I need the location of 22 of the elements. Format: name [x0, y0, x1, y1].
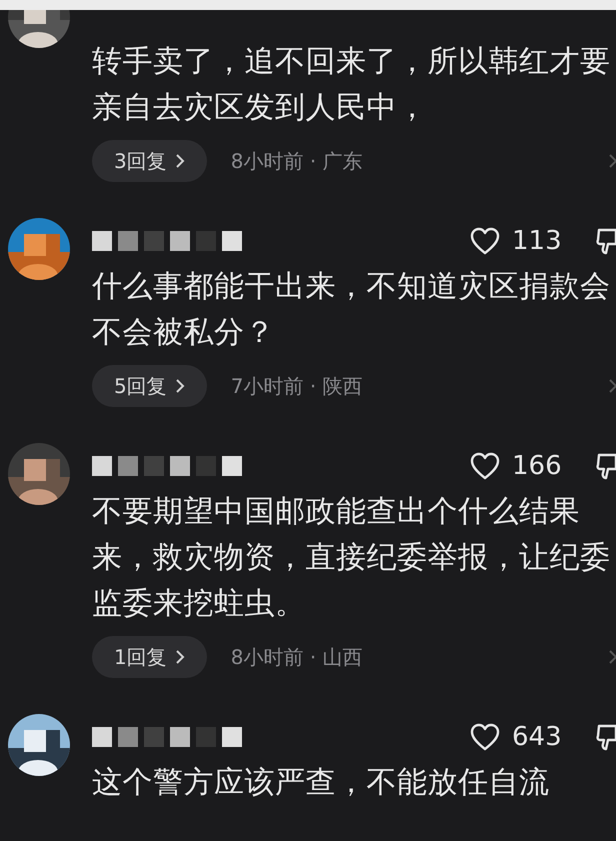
comment-meta: 8小时前 · 山西 — [230, 644, 363, 670]
comment-text: 转手卖了，追不回来了，所以韩红才要亲自去灾区发到人民中， — [92, 43, 612, 127]
thumbs-down-icon — [596, 226, 616, 256]
comment-meta: 8小时前 · 广东 — [230, 148, 363, 174]
comment-text: 这个警方应该严查，不能放任自流 — [92, 764, 550, 802]
heart-icon — [470, 452, 500, 480]
replies-button[interactable]: 1回复 — [92, 636, 207, 678]
like-count: 113 — [512, 226, 563, 256]
thumbs-down-icon — [596, 451, 616, 481]
thumbs-down-icon — [596, 722, 616, 752]
like-count: 166 — [512, 451, 563, 481]
like-count: 643 — [512, 722, 563, 752]
chevron-right-icon — [174, 378, 185, 394]
chevron-right-icon — [174, 153, 185, 169]
comment-meta: 7小时前 · 陕西 — [230, 372, 363, 400]
comment-text: 不要期望中国邮政能查出个什么结果来，救灾物资，直接纪委举报，让纪委监委来挖蛀虫。 — [92, 493, 612, 623]
replies-button[interactable]: 3回复 — [92, 140, 207, 182]
comment-text: 什么事都能干出来，不知道灾区捐款会不会被私分？ — [92, 268, 612, 352]
replies-button[interactable]: 5回复 — [92, 365, 207, 407]
heart-icon — [470, 227, 500, 255]
heart-icon — [470, 723, 500, 751]
chevron-right-icon — [174, 649, 185, 665]
